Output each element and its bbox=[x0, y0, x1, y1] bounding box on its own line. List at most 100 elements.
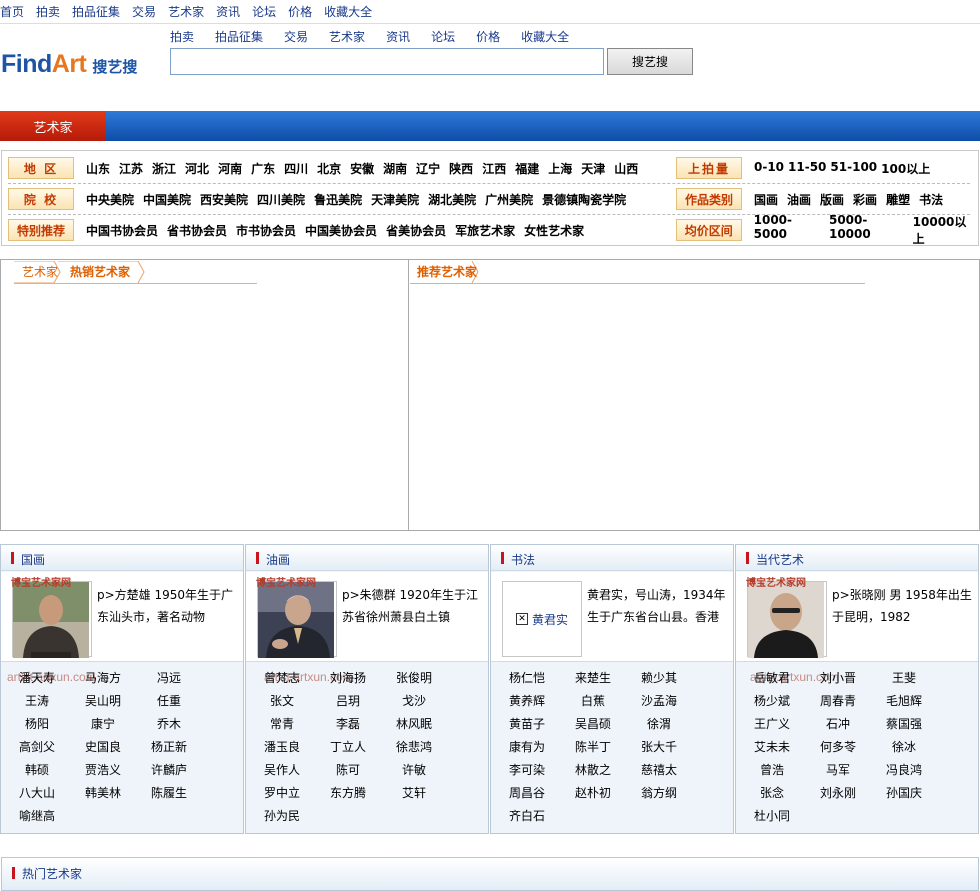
artist-name-link[interactable]: 史国良 bbox=[70, 736, 136, 759]
artist-name-link[interactable]: 王广义 bbox=[739, 713, 805, 736]
featured-bio[interactable]: p>朱德群 1920年生于江苏省徐州萧县白土镇 bbox=[342, 584, 482, 628]
top-nav-link[interactable]: 首页 bbox=[0, 3, 24, 21]
filter-category-link[interactable]: 彩画 bbox=[853, 191, 877, 208]
featured-bio[interactable]: p>张晓刚 男 1958年出生于昆明，1982 bbox=[832, 584, 972, 628]
artist-name-link[interactable]: 曾梵志 bbox=[249, 667, 315, 690]
top-nav-link[interactable]: 艺术家 bbox=[168, 3, 204, 21]
panel-tab-artists[interactable]: 艺术家 bbox=[22, 263, 58, 280]
filter-school-link[interactable]: 中国美院 bbox=[143, 191, 191, 208]
artist-name-link[interactable]: 张大千 bbox=[626, 736, 692, 759]
filter-special-link[interactable]: 省书协会员 bbox=[167, 222, 227, 239]
filter-special-link[interactable]: 军旅艺术家 bbox=[455, 222, 515, 239]
artist-name-link[interactable]: 张文 bbox=[249, 690, 315, 713]
filter-special-link[interactable]: 市书协会员 bbox=[236, 222, 296, 239]
top-nav-link[interactable]: 资讯 bbox=[216, 3, 240, 21]
filter-region-link[interactable]: 北京 bbox=[317, 160, 341, 177]
filter-region-link[interactable]: 广东 bbox=[251, 160, 275, 177]
artist-name-link[interactable]: 李可染 bbox=[494, 759, 560, 782]
artist-name-link[interactable]: 马军 bbox=[805, 759, 871, 782]
filter-school-link[interactable]: 湖北美院 bbox=[428, 191, 476, 208]
artist-name-link[interactable]: 罗中立 bbox=[249, 782, 315, 805]
filter-auction-link[interactable]: 0-10 bbox=[754, 160, 784, 177]
filter-school-link[interactable]: 广州美院 bbox=[485, 191, 533, 208]
filter-region-link[interactable]: 河北 bbox=[185, 160, 209, 177]
artist-name-link[interactable]: 陈可 bbox=[315, 759, 381, 782]
artist-name-link[interactable]: 沙孟海 bbox=[626, 690, 692, 713]
category-title[interactable]: 油画 bbox=[266, 551, 290, 568]
artist-name-link[interactable]: 乔木 bbox=[136, 713, 202, 736]
artist-name-link[interactable]: 林风眠 bbox=[381, 713, 447, 736]
artist-name-link[interactable]: 康有为 bbox=[494, 736, 560, 759]
artist-name-link[interactable]: 康宁 bbox=[70, 713, 136, 736]
artist-name-link[interactable]: 孙国庆 bbox=[871, 782, 937, 805]
filter-region-link[interactable]: 四川 bbox=[284, 160, 308, 177]
filter-region-link[interactable]: 江西 bbox=[482, 160, 506, 177]
filter-region-link[interactable]: 浙江 bbox=[152, 160, 176, 177]
artist-name-link[interactable]: 许麟庐 bbox=[136, 759, 202, 782]
artist-name-link[interactable]: 齐白石 bbox=[494, 805, 560, 828]
featured-artist-photo[interactable]: 博宝艺术家网 bbox=[256, 578, 337, 658]
artist-name-link[interactable]: 岳敏君 bbox=[739, 667, 805, 690]
artist-name-link[interactable]: 冯良鸿 bbox=[871, 759, 937, 782]
artist-name-link[interactable]: 陈履生 bbox=[136, 782, 202, 805]
artist-name-link[interactable]: 陈半丁 bbox=[560, 736, 626, 759]
filter-region-link[interactable]: 山西 bbox=[614, 160, 638, 177]
artist-name-link[interactable]: 石冲 bbox=[805, 713, 871, 736]
artist-name-link[interactable]: 黄苗子 bbox=[494, 713, 560, 736]
top-nav-link[interactable]: 拍卖 bbox=[36, 3, 60, 21]
featured-bio[interactable]: 黄君实，号山涛，1934年生于广东省台山县。香港 bbox=[587, 584, 727, 628]
filter-auction-link[interactable]: 51-100 bbox=[830, 160, 877, 177]
artist-name-link[interactable]: 韩美林 bbox=[70, 782, 136, 805]
artist-name-link[interactable]: 刘小晋 bbox=[805, 667, 871, 690]
artist-name-link[interactable]: 王斐 bbox=[871, 667, 937, 690]
filter-category-link[interactable]: 油画 bbox=[787, 191, 811, 208]
artist-name-link[interactable]: 黄养辉 bbox=[494, 690, 560, 713]
sub-nav-link[interactable]: 交易 bbox=[284, 28, 308, 45]
artist-name-link[interactable]: 丁立人 bbox=[315, 736, 381, 759]
artist-name-link[interactable]: 杜小同 bbox=[739, 805, 805, 828]
artist-name-link[interactable]: 徐渭 bbox=[626, 713, 692, 736]
artist-name-link[interactable]: 东方腾 bbox=[315, 782, 381, 805]
artist-name-link[interactable]: 潘天寿 bbox=[4, 667, 70, 690]
category-title[interactable]: 书法 bbox=[511, 551, 535, 568]
panel-tab-recommended[interactable]: 推荐艺术家 bbox=[417, 263, 477, 280]
artist-name-link[interactable]: 徐悲鸿 bbox=[381, 736, 447, 759]
artist-name-link[interactable]: 喻继高 bbox=[4, 805, 70, 828]
artist-name-link[interactable]: 杨仁恺 bbox=[494, 667, 560, 690]
featured-artist-photo[interactable]: ✕ 黄君实 bbox=[502, 581, 582, 657]
artist-name-link[interactable]: 张念 bbox=[739, 782, 805, 805]
artist-name-link[interactable]: 八大山 bbox=[4, 782, 70, 805]
artist-name-link[interactable]: 来楚生 bbox=[560, 667, 626, 690]
artist-name-link[interactable]: 常青 bbox=[249, 713, 315, 736]
artist-name-link[interactable]: 艾未未 bbox=[739, 736, 805, 759]
artist-name-link[interactable]: 慈禧太 bbox=[626, 759, 692, 782]
filter-region-link[interactable]: 江苏 bbox=[119, 160, 143, 177]
artist-name-link[interactable]: 高剑父 bbox=[4, 736, 70, 759]
filter-auction-link[interactable]: 11-50 bbox=[788, 160, 826, 177]
findart-logo[interactable]: Find Art 搜艺搜 bbox=[1, 50, 137, 79]
artist-name-link[interactable]: 曾浩 bbox=[739, 759, 805, 782]
artist-name-link[interactable]: 蔡国强 bbox=[871, 713, 937, 736]
search-button[interactable]: 搜艺搜 bbox=[607, 48, 693, 75]
artist-name-link[interactable]: 赵朴初 bbox=[560, 782, 626, 805]
artist-name-link[interactable]: 戈沙 bbox=[381, 690, 447, 713]
filter-school-link[interactable]: 四川美院 bbox=[257, 191, 305, 208]
filter-region-link[interactable]: 陕西 bbox=[449, 160, 473, 177]
filter-school-link[interactable]: 天津美院 bbox=[371, 191, 419, 208]
filter-auction-link[interactable]: 100以上 bbox=[881, 160, 930, 177]
featured-artist-photo[interactable]: 博宝艺术家网 bbox=[11, 578, 92, 658]
tab-artists[interactable]: 艺术家 bbox=[0, 111, 106, 141]
artist-name-link[interactable]: 刘永刚 bbox=[805, 782, 871, 805]
top-nav-link[interactable]: 交易 bbox=[132, 3, 156, 21]
artist-name-link[interactable]: 贾浩义 bbox=[70, 759, 136, 782]
sub-nav-link[interactable]: 论坛 bbox=[431, 28, 455, 45]
artist-name-link[interactable]: 许敏 bbox=[381, 759, 447, 782]
filter-region-link[interactable]: 上海 bbox=[548, 160, 572, 177]
artist-name-link[interactable]: 冯远 bbox=[136, 667, 202, 690]
artist-name-link[interactable]: 王涛 bbox=[4, 690, 70, 713]
filter-school-link[interactable]: 中央美院 bbox=[86, 191, 134, 208]
top-nav-link[interactable]: 拍品征集 bbox=[72, 3, 120, 21]
filter-price-link[interactable]: 10000以上 bbox=[913, 213, 978, 247]
featured-artist-photo[interactable]: 博宝艺术家网 bbox=[746, 578, 827, 658]
filter-region-link[interactable]: 天津 bbox=[581, 160, 605, 177]
